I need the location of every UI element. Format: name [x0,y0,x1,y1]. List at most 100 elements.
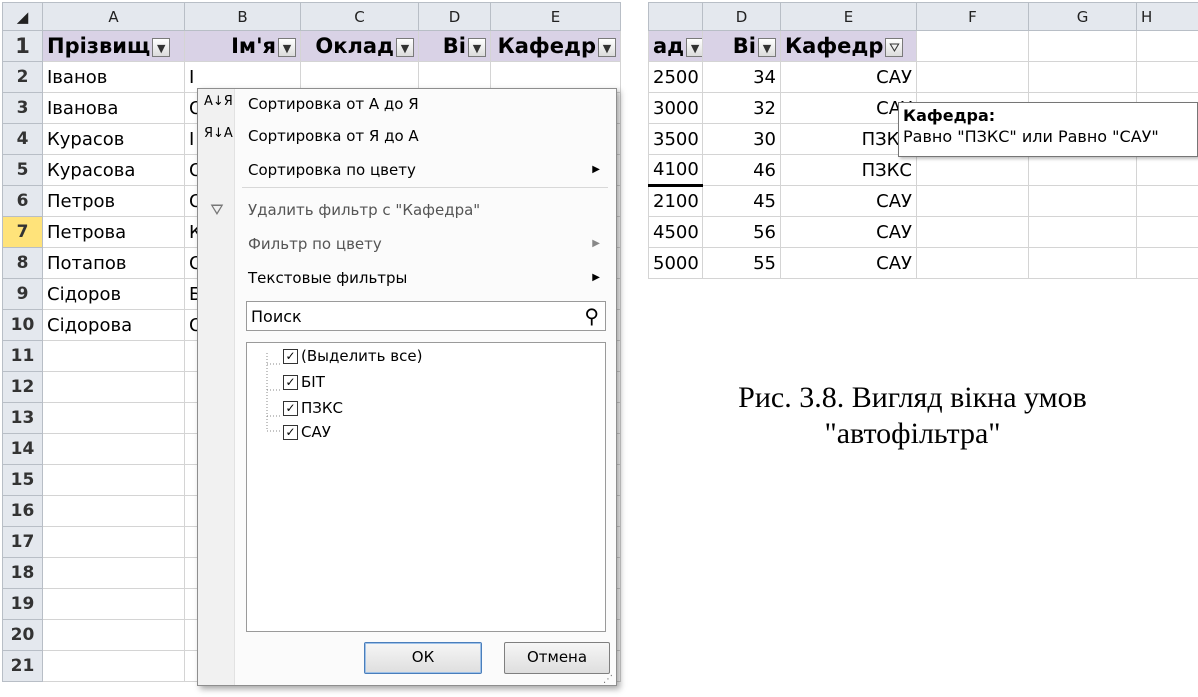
cell[interactable] [1136,185,1198,217]
tree-item-select-all[interactable]: ✓ (Выделить все) [283,345,422,367]
row-header[interactable]: 6 [2,185,43,217]
department-cell[interactable]: ПЗКС [780,154,917,186]
column-header-c[interactable]: C [300,2,419,31]
menu-text-filters[interactable]: Текстовые фильтры ▶ [248,265,616,291]
row-header[interactable]: 5 [2,154,43,186]
row-header[interactable]: 17 [2,526,43,558]
tree-item-sau[interactable]: ✓ САУ [283,421,331,443]
age-cell[interactable]: 55 [702,247,781,279]
checkbox-checked-icon[interactable]: ✓ [283,349,298,364]
ok-button[interactable]: ОК [364,642,482,674]
menu-sort-by-color[interactable]: Сортировка по цвету ▶ [248,157,616,183]
row-header[interactable]: 19 [2,588,43,620]
salary-cell[interactable]: 2100 [648,185,703,217]
filter-dropdown-icon[interactable]: ▼ [278,37,296,57]
surname-cell[interactable] [42,495,185,527]
surname-cell[interactable] [42,371,185,403]
cell[interactable] [1028,61,1137,93]
checkbox-checked-icon[interactable]: ✓ [283,401,298,416]
surname-cell[interactable]: Курасова [42,154,185,186]
tree-item-bit[interactable]: ✓ БІТ [283,371,325,393]
filter-dropdown-icon[interactable]: ▼ [468,37,486,57]
filter-dropdown-icon[interactable]: ▼ [686,37,702,57]
menu-sort-a-to-z[interactable]: Сортировка от А до Я [248,91,419,117]
cell[interactable] [1136,30,1198,62]
filter-dropdown-icon[interactable]: ▼ [396,37,414,57]
surname-cell[interactable] [42,433,185,465]
salary-cell[interactable]: 3000 [648,92,703,124]
row-header[interactable]: 16 [2,495,43,527]
checkbox-checked-icon[interactable]: ✓ [283,375,298,390]
column-header-d[interactable]: D [418,2,491,31]
row-header[interactable]: 4 [2,123,43,155]
cell[interactable] [1028,185,1137,217]
department-cell[interactable]: САУ [780,185,917,217]
cell[interactable] [916,154,1029,186]
salary-cell[interactable]: 4500 [648,216,703,248]
surname-cell[interactable] [42,402,185,434]
filter-dropdown-icon[interactable]: ▼ [152,37,171,57]
department-cell[interactable]: САУ [780,216,917,248]
row-header[interactable]: 10 [2,309,43,341]
row-header[interactable]: 21 [2,650,43,682]
row-header[interactable]: 9 [2,278,43,310]
column-header-d[interactable]: D [702,2,781,31]
cell[interactable] [1136,61,1198,93]
surname-cell[interactable] [42,340,185,372]
filter-dropdown-icon[interactable]: ▼ [758,37,776,57]
row-header[interactable]: 13 [2,402,43,434]
department-cell[interactable]: САУ [780,92,917,124]
age-cell[interactable]: 45 [702,185,781,217]
cell[interactable] [916,216,1029,248]
surname-cell[interactable] [42,557,185,589]
surname-cell[interactable] [42,619,185,651]
surname-cell[interactable]: Петров [42,185,185,217]
cell[interactable] [1136,216,1198,248]
cell[interactable] [1136,154,1198,186]
column-header-a[interactable]: A [42,2,185,31]
header-cell-name[interactable]: Ім'я ▼ [184,30,301,62]
row-header[interactable]: 20 [2,619,43,651]
cell[interactable] [1028,247,1137,279]
salary-cell[interactable]: 2500 [648,61,703,93]
age-cell[interactable]: 56 [702,216,781,248]
department-cell[interactable]: САУ [780,247,917,279]
filter-applied-icon[interactable]: ⛛ [885,37,904,57]
filter-dropdown-icon[interactable]: ▼ [598,37,616,57]
row-header[interactable]: 18 [2,557,43,589]
cell[interactable] [916,30,1029,62]
header-cell-salary[interactable]: Оклад ▼ [300,30,419,62]
tree-item-pzks[interactable]: ✓ ПЗКС [283,397,343,419]
salary-cell[interactable]: 5000 [648,247,703,279]
header-cell-surname[interactable]: Прізвищ ▼ [42,30,185,62]
surname-cell[interactable]: Курасов [42,123,185,155]
filter-search-input[interactable]: Поиск ⚲ [246,301,606,331]
salary-cell[interactable]: 4100 [648,154,703,187]
surname-cell[interactable]: Сідорова [42,309,185,341]
cell[interactable] [1028,30,1137,62]
column-header-e[interactable]: E [780,2,917,31]
menu-clear-filter[interactable]: Удалить фильтр с "Кафедра" [248,197,480,223]
checkbox-checked-icon[interactable]: ✓ [283,425,298,440]
column-header-h[interactable]: H [1136,2,1198,31]
header-cell-department[interactable]: Кафедр ▼ [490,30,621,62]
header-cell-age[interactable]: Ві ▼ [702,30,781,62]
cell[interactable] [916,247,1029,279]
row-header[interactable]: 2 [2,61,43,93]
cell[interactable] [916,61,1029,93]
column-header-f[interactable]: F [916,2,1029,31]
cell[interactable] [1136,247,1198,279]
column-header-e[interactable]: E [490,2,621,31]
surname-cell[interactable] [42,526,185,558]
row-header[interactable]: 12 [2,371,43,403]
select-all-corner[interactable]: ◢ [2,2,43,31]
column-header-c-partial[interactable] [648,2,703,31]
age-cell[interactable]: 34 [702,61,781,93]
header-cell-department[interactable]: Кафедр ⛛ [780,30,917,62]
menu-sort-z-to-a[interactable]: Сортировка от Я до А [248,123,419,149]
cell[interactable] [916,185,1029,217]
menu-filter-by-color[interactable]: Фильтр по цвету ▶ [248,231,616,257]
age-cell[interactable]: 30 [702,123,781,155]
row-header[interactable]: 3 [2,92,43,124]
row-header-1[interactable]: 1 [2,30,43,62]
